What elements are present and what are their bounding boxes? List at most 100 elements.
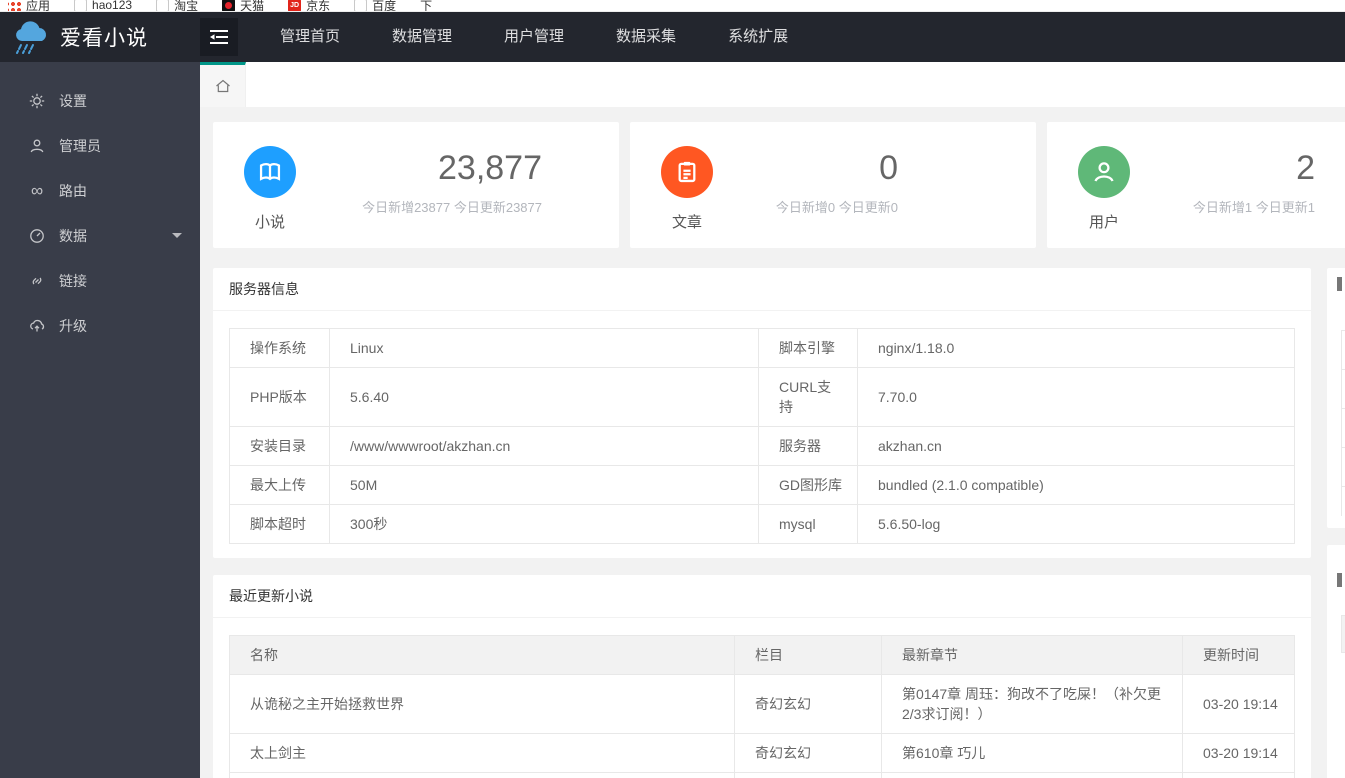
gear-icon	[28, 93, 46, 109]
info-value: akzhan.cn	[857, 426, 1295, 466]
sidebar-item-label: 数据	[59, 227, 87, 244]
novel-category: 奇幻玄幻	[734, 674, 882, 734]
cloud-upload-icon	[28, 318, 46, 334]
bookmark-tmall[interactable]: 天猫	[222, 0, 265, 12]
page-tabbar	[200, 62, 1345, 107]
rain-cloud-logo-icon	[16, 21, 47, 54]
info-label: 脚本引擎	[758, 328, 858, 368]
bookmark-label: 百度	[372, 0, 397, 12]
bookmark-label: 淘宝	[174, 0, 199, 12]
info-label: 服务器	[758, 426, 858, 466]
stat-value: 0	[879, 149, 898, 187]
sidebar-item-label: 设置	[59, 92, 87, 109]
novel-time: 03-20 19:14	[1182, 674, 1295, 734]
sidebar-item-label: 链接	[59, 272, 87, 289]
home-icon	[215, 79, 230, 93]
table-row: PHP版本 5.6.40 CURL支持 7.70.0	[229, 367, 1295, 427]
nav-item-data-manage[interactable]: 数据管理	[366, 12, 478, 62]
nav-item-user-manage[interactable]: 用户管理	[478, 12, 590, 62]
info-label: 安装目录	[229, 426, 330, 466]
person-icon	[1078, 146, 1130, 198]
bookmark-apps[interactable]: 应用	[8, 0, 50, 11]
table-row: 安装目录 /www/wwwroot/akzhan.cn 服务器 akzhan.c…	[229, 426, 1295, 466]
clipped-table-edge	[1341, 330, 1345, 516]
server-info-table: 操作系统 Linux 脚本引擎 nginx/1.18.0 PHP版本 5.6.4…	[229, 328, 1295, 544]
info-label: PHP版本	[229, 367, 330, 427]
gauge-icon	[28, 228, 46, 244]
sidebar-item-label: 升级	[59, 317, 87, 334]
link-icon	[28, 273, 46, 289]
novel-category: 奇幻玄幻	[734, 733, 882, 773]
table-row: 脚本超时 300秒 mysql 5.6.50-log	[229, 504, 1295, 544]
clipped-table-header-edge	[1341, 615, 1345, 653]
info-value: nginx/1.18.0	[857, 328, 1295, 368]
favicon-placeholder-icon	[156, 0, 170, 11]
chevron-down-icon[interactable]	[172, 233, 182, 243]
info-label: 操作系统	[229, 328, 330, 368]
bookmark-jd[interactable]: JD 京东	[288, 0, 331, 12]
bookmark-label: 天猫	[240, 0, 265, 12]
info-value: 300秒	[329, 504, 759, 544]
nav-item-home[interactable]: 管理首页	[254, 12, 366, 62]
sidebar-item-admin[interactable]: 管理员	[0, 123, 200, 168]
table-row: 最大上传 50M GD图形库 bundled (2.1.0 compatible…	[229, 465, 1295, 505]
info-value: 5.6.40	[329, 367, 759, 427]
sidebar-item-data[interactable]: 数据	[0, 213, 200, 258]
favicon-placeholder-icon	[354, 0, 368, 11]
stat-label: 文章	[671, 214, 702, 231]
info-label: 最大上传	[229, 465, 330, 505]
sidebar-item-upgrade[interactable]: 升级	[0, 303, 200, 348]
favicon-placeholder-icon	[74, 0, 88, 11]
stat-label: 用户	[1088, 214, 1119, 231]
novel-time: 03-20 19:14	[1182, 733, 1295, 773]
info-value: 7.70.0	[857, 367, 1295, 427]
stat-card-novels: 小说 23,877 今日新增23877 今日更新23877	[213, 122, 619, 248]
info-label: CURL支持	[758, 367, 858, 427]
table-row: 操作系统 Linux 脚本引擎 nginx/1.18.0	[229, 328, 1295, 368]
novel-chapter: 第610章 巧儿	[881, 733, 1183, 773]
hamburger-icon	[210, 30, 228, 44]
nav-item-collect[interactable]: 数据采集	[590, 12, 702, 62]
sidebar: 设置 管理员 ∞ 路由 数据 链接 升级	[0, 62, 200, 778]
table-row: 深海拳王 奇幻玄幻 新书《深海炮王：我杀怪能提升攻击力》已 03-20 19:1…	[229, 772, 1295, 778]
recent-novels-table: 名称 栏目 最新章节 更新时间 从诡秘之主开始拯救世界 奇幻玄幻 第0147章 …	[229, 635, 1295, 778]
tab-home[interactable]	[200, 62, 246, 107]
info-value: Linux	[329, 328, 759, 368]
sidebar-item-links[interactable]: 链接	[0, 258, 200, 303]
server-info-panel: 服务器信息 操作系统 Linux 脚本引擎 nginx/1.18.0 PHP版本	[213, 268, 1311, 558]
info-value: /www/wwwroot/akzhan.cn	[329, 426, 759, 466]
table-row: 从诡秘之主开始拯救世界 奇幻玄幻 第0147章 周珏：狗改不了吃屎！（补欠更2/…	[229, 674, 1295, 734]
novel-name: 从诡秘之主开始拯救世界	[229, 674, 735, 734]
bookmark-taobao[interactable]: 淘宝	[156, 0, 199, 12]
sidebar-item-route[interactable]: ∞ 路由	[0, 168, 200, 213]
clipped-text-sliver	[1337, 277, 1342, 291]
main-content: 小说 23,877 今日新增23877 今日更新23877 文章 0 今日新增0…	[200, 107, 1345, 778]
novel-chapter: 新书《深海炮王：我杀怪能提升攻击力》已	[881, 772, 1183, 778]
info-value: 50M	[329, 465, 759, 505]
novel-chapter: 第0147章 周珏：狗改不了吃屎！（补欠更2/3求订阅！）	[881, 674, 1183, 734]
stat-card-users: 用户 2 今日新增1 今日更新1	[1047, 122, 1345, 248]
bookmark-label: 下	[420, 0, 433, 12]
clipboard-icon	[661, 146, 713, 198]
sidebar-item-label: 管理员	[59, 137, 101, 154]
info-label: GD图形库	[758, 465, 858, 505]
user-icon	[28, 138, 46, 154]
stats-row: 小说 23,877 今日新增23877 今日更新23877 文章 0 今日新增0…	[213, 122, 1345, 248]
bookmark-partial[interactable]: 下	[420, 0, 433, 12]
browser-bookmarks-bar: 应用 hao123 淘宝 天猫 JD 京东 百度 下	[0, 0, 1345, 12]
stat-card-articles: 文章 0 今日新增0 今日更新0	[630, 122, 1036, 248]
tmall-icon	[222, 0, 236, 11]
column-header-name: 名称	[229, 635, 735, 675]
infinity-icon: ∞	[30, 180, 44, 200]
nav-item-extend[interactable]: 系统扩展	[702, 12, 814, 62]
bookmark-label: 京东	[306, 0, 331, 12]
top-nav: 管理首页 数据管理 用户管理 数据采集 系统扩展	[254, 12, 814, 62]
bookmark-hao123[interactable]: hao123	[74, 0, 132, 11]
sidebar-collapse-button[interactable]	[200, 18, 238, 56]
sidebar-item-settings[interactable]: 设置	[0, 78, 200, 123]
stat-value: 2	[1296, 149, 1315, 187]
info-label: mysql	[758, 504, 858, 544]
bookmark-baidu[interactable]: 百度	[354, 0, 397, 12]
novel-name: 太上剑主	[229, 733, 735, 773]
sidebar-item-label: 路由	[59, 182, 87, 199]
